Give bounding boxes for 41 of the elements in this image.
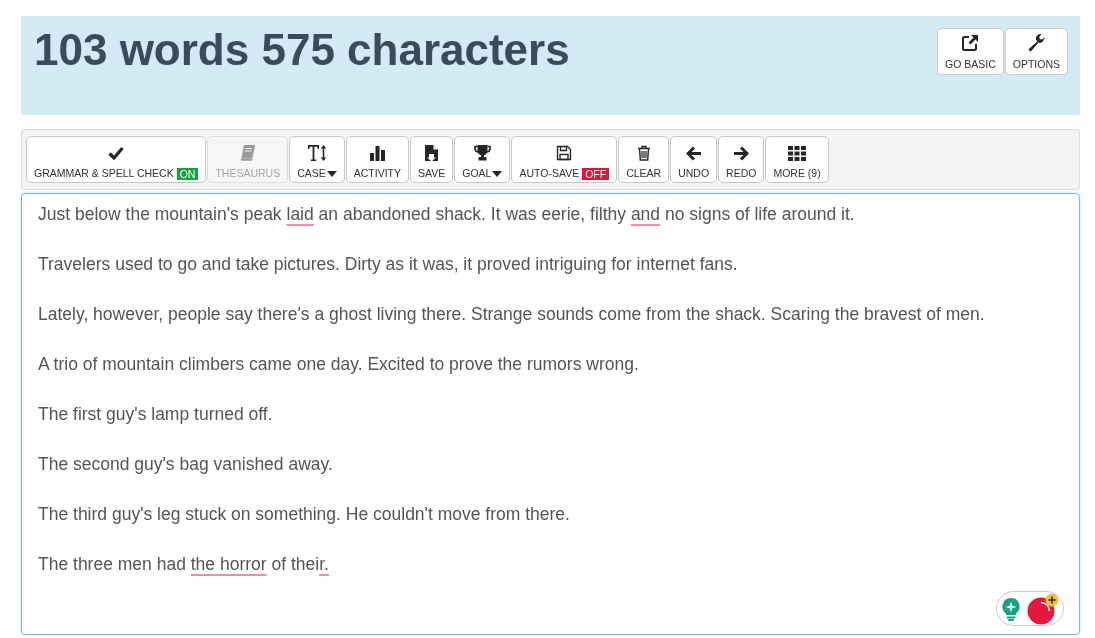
caret-icon bbox=[326, 170, 337, 177]
toolbar-button[interactable]: REDO bbox=[718, 136, 765, 183]
toolbar-button[interactable]: CASE bbox=[289, 136, 345, 183]
paragraph: Lately, however, people say there's a ghost living there. Strange sounds come from the shack. Scaring the bravest of men. bbox=[38, 303, 986, 326]
bar-chart-icon bbox=[368, 145, 386, 161]
grid-icon bbox=[788, 145, 807, 161]
paragraph: The second guy's bag vanished away. bbox=[38, 453, 334, 476]
paragraph: The third guy's leg stuck on something. He couldn't move from there. bbox=[38, 503, 571, 526]
toolbar-button[interactable]: SAVE bbox=[410, 136, 454, 183]
toolbar-button: THESAURUS bbox=[207, 136, 289, 183]
paragraph: A trio of mountain climbers came one day. Excited to prove the rumors wrong. bbox=[38, 353, 640, 376]
text-height-icon bbox=[306, 144, 327, 162]
wrench-icon bbox=[1027, 34, 1045, 52]
paragraph: Just below the mountain's peak laid an abandoned shack. It was eerie, filthy and no signs of life around it. bbox=[38, 203, 856, 226]
toolbar-button[interactable]: GRAMMAR & SPELL CHECK ON bbox=[26, 136, 207, 183]
lightbulb-icon[interactable] bbox=[1001, 596, 1021, 621]
word-count-title: 103 words 575 characters bbox=[34, 28, 570, 72]
arrow-right-icon bbox=[733, 145, 750, 161]
go-basic-button[interactable]: GO BASIC bbox=[936, 28, 1004, 75]
toolbar-button[interactable]: GOAL bbox=[454, 136, 511, 183]
toolbar-button[interactable]: CLEAR bbox=[618, 136, 670, 183]
caret-icon bbox=[492, 170, 503, 177]
check-icon bbox=[108, 146, 125, 160]
options-button[interactable]: OPTIONS bbox=[1004, 28, 1068, 75]
ball-with-plus-icon[interactable] bbox=[1027, 592, 1059, 625]
arrow-left-icon bbox=[685, 145, 702, 161]
external-link-icon bbox=[961, 34, 980, 52]
trash-icon bbox=[636, 145, 651, 161]
toolbar-button[interactable]: UNDO bbox=[670, 136, 718, 183]
toolbar-button[interactable]: ACTIVITY bbox=[345, 136, 410, 183]
paragraph: Travelers used to go and take pictures. Dirty as it was, it proved intriguing for internet fans. bbox=[38, 253, 739, 276]
paragraph: The first guy's lamp turned off. bbox=[38, 403, 274, 426]
status-badge: OFF bbox=[582, 167, 610, 180]
paragraph: The three men had the horror of their. bbox=[38, 553, 330, 576]
toolbar-button[interactable]: MORE (9) bbox=[765, 136, 829, 183]
file-download-icon bbox=[424, 144, 440, 162]
toolbar-button[interactable]: AUTO-SAVE OFF bbox=[511, 136, 618, 183]
book-icon bbox=[240, 145, 256, 161]
trophy-icon bbox=[473, 145, 491, 161]
text-editor[interactable] bbox=[21, 193, 1080, 635]
status-badge: ON bbox=[176, 167, 199, 180]
